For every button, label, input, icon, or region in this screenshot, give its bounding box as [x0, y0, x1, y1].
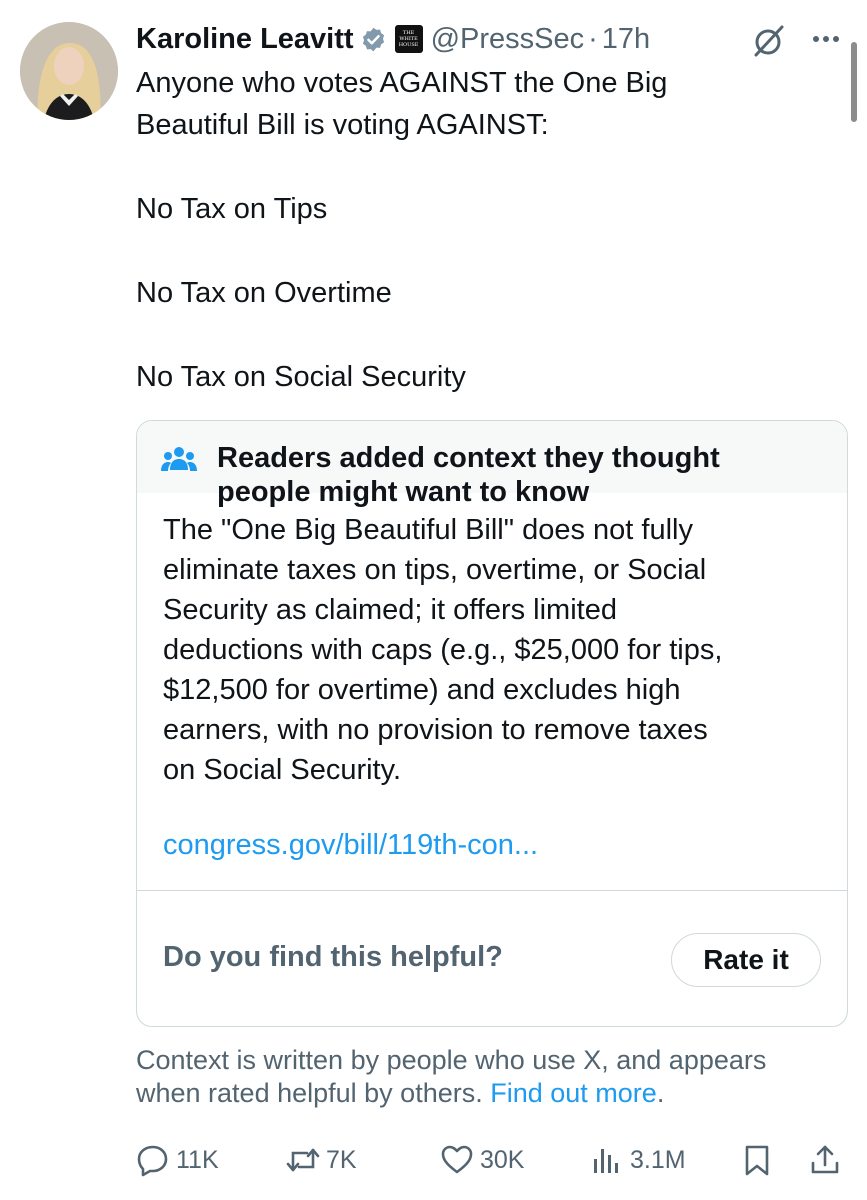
separator-dot: · — [588, 22, 598, 55]
badge-line-3: HOUSE — [398, 42, 419, 48]
note-source-link[interactable]: congress.gov/bill/119th-con... — [163, 829, 538, 862]
find-out-more-link[interactable]: Find out more — [490, 1078, 657, 1108]
grok-icon[interactable] — [752, 24, 786, 58]
context-line-2-text: when rated helpful by others. — [136, 1078, 483, 1108]
author-handle[interactable]: @PressSec — [431, 23, 585, 56]
repost-icon — [286, 1148, 320, 1172]
action-bar: 11K 7K 30K 3.1M — [0, 1138, 867, 1182]
people-icon — [161, 447, 197, 471]
repost-count: 7K — [326, 1145, 357, 1174]
note-title-line: Readers added context they thought — [217, 442, 720, 474]
community-note-title: Readers added context they thought peopl… — [217, 441, 817, 509]
like-button[interactable]: 30K — [440, 1138, 524, 1182]
tweet-detail: Karoline Leavitt THE WHITE HOUSE @PressS… — [0, 0, 867, 1200]
avatar-image — [20, 22, 118, 120]
more-icon[interactable] — [808, 24, 844, 54]
reply-button[interactable]: 11K — [136, 1138, 219, 1182]
reply-icon — [137, 1145, 168, 1177]
note-title-line: people might want to know — [217, 476, 590, 508]
note-body-line: earners, with no provision to remove tax… — [163, 714, 708, 746]
share-icon — [811, 1145, 839, 1174]
views-count: 3.1M — [630, 1145, 686, 1174]
note-body-line: The "One Big Beautiful Bill" does not fu… — [163, 514, 693, 546]
note-body-line: Security as claimed; it offers limited — [163, 594, 617, 626]
share-button[interactable] — [808, 1138, 842, 1182]
scrollbar[interactable] — [851, 42, 857, 122]
community-note-body: The "One Big Beautiful Bill" does not fu… — [163, 510, 833, 790]
rate-it-button[interactable]: Rate it — [671, 933, 821, 987]
note-body-line: deductions with caps (e.g., $25,000 for … — [163, 634, 723, 666]
tweet-line: No Tax on Overtime — [136, 277, 392, 309]
tweet-line: No Tax on Social Security — [136, 361, 466, 393]
context-period: . — [656, 1078, 665, 1108]
white-house-badge[interactable]: THE WHITE HOUSE — [394, 25, 423, 53]
helpful-question: Do you find this helpful? — [163, 941, 503, 973]
tweet-timestamp[interactable]: 17h — [602, 23, 650, 56]
divider — [137, 890, 847, 891]
tweet-line: Beautiful Bill is voting AGAINST: — [136, 109, 549, 141]
avatar[interactable] — [20, 22, 118, 120]
bookmark-icon — [745, 1145, 769, 1176]
tweet-line: No Tax on Tips — [136, 193, 328, 225]
views-icon — [594, 1149, 618, 1173]
tweet-text: Anyone who votes AGAINST the One Big Bea… — [136, 62, 836, 398]
context-line-2: when rated helpful by others. Find out m… — [136, 1077, 846, 1110]
bookmark-button[interactable] — [740, 1138, 774, 1182]
author-name[interactable]: Karoline Leavitt — [136, 23, 354, 56]
verified-badge-icon[interactable] — [360, 26, 387, 53]
tweet-header: Karoline Leavitt THE WHITE HOUSE @PressS… — [136, 18, 650, 60]
views-button[interactable]: 3.1M — [590, 1138, 686, 1182]
note-body-line: eliminate taxes on tips, overtime, or So… — [163, 554, 707, 586]
context-line-1: Context is written by people who use X, … — [136, 1045, 767, 1075]
tweet-line: Anyone who votes AGAINST the One Big — [136, 67, 668, 99]
repost-button[interactable]: 7K — [286, 1138, 357, 1182]
like-icon — [441, 1145, 473, 1174]
note-body-line: on Social Security. — [163, 754, 402, 786]
community-note-card: Readers added context they thought peopl… — [136, 420, 848, 1027]
reply-count: 11K — [176, 1145, 219, 1174]
context-footer: Context is written by people who use X, … — [136, 1044, 846, 1110]
note-body-line: $12,500 for overtime) and excludes high — [163, 674, 681, 706]
like-count: 30K — [480, 1145, 525, 1174]
